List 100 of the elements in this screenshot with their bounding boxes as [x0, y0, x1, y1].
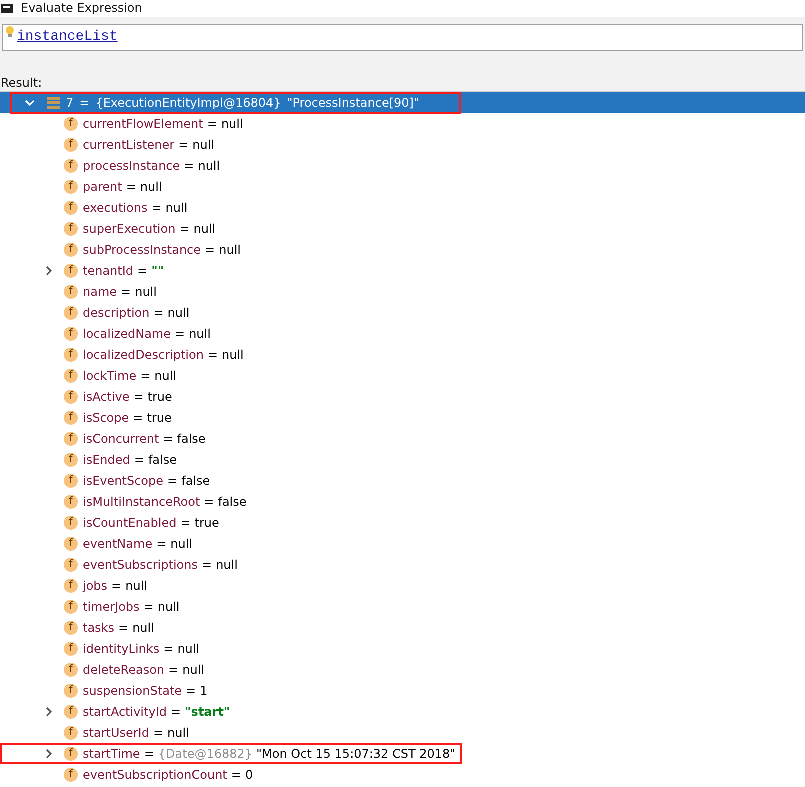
tree-row[interactable]: f description = null: [0, 302, 805, 323]
field-value: 0: [245, 766, 254, 784]
field-value: null: [219, 242, 241, 258]
tree-row[interactable]: f parent = null: [0, 176, 805, 197]
field-name: superExecution: [83, 220, 176, 238]
field-icon: f: [64, 158, 78, 172]
chevron-icon[interactable]: [44, 748, 54, 758]
tree-row[interactable]: f startTime = {Date@16882} "Mon Oct 15 15:07:32 CST 2018": [0, 743, 805, 764]
field-value: null: [222, 346, 244, 364]
field-value: "Mon Oct 15 15:07:32 CST 2018": [256, 746, 456, 762]
expression-field[interactable]: instanceList: [2, 24, 803, 51]
equals-sign: =: [138, 262, 148, 280]
field-value: true: [148, 388, 172, 406]
field-value: null: [221, 116, 244, 132]
tree-row[interactable]: f isEventScope = false: [0, 470, 805, 491]
field-icon: f: [64, 452, 78, 466]
field-name: timerJobs: [83, 598, 140, 616]
equals-sign: =: [134, 452, 144, 468]
tree-row[interactable]: 7 = {ExecutionEntityImpl@16804} "ProcessInstance[90]": [0, 92, 805, 113]
tree-row[interactable]: f timerJobs = null: [0, 596, 805, 617]
field-name: description: [83, 304, 150, 322]
field-name: deleteReason: [83, 662, 165, 678]
tree-row[interactable]: f localizedDescription = null: [0, 344, 805, 365]
field-icon: f: [64, 600, 78, 614]
field-value: null: [166, 200, 188, 216]
tree-row[interactable]: f subProcessInstance = null: [0, 239, 805, 260]
tree-row[interactable]: f deleteReason = null: [0, 659, 805, 680]
field-value: null: [158, 598, 180, 616]
field-name: name: [83, 284, 118, 300]
field-value: false: [177, 430, 206, 448]
field-icon: f: [64, 348, 78, 362]
equals-sign: =: [205, 242, 216, 258]
lightbulb-icon[interactable]: [5, 26, 15, 38]
field-icon: f: [64, 684, 78, 698]
field-icon: f: [64, 284, 78, 298]
tree-row[interactable]: f startActivityId = "start": [0, 701, 805, 722]
field-value: "": [152, 262, 164, 280]
tree-row[interactable]: f currentFlowElement = null: [0, 113, 805, 134]
chevron-icon[interactable]: [44, 706, 54, 716]
tree-row[interactable]: f isMultiInstanceRoot = false: [0, 491, 805, 512]
tree-row[interactable]: f jobs = null: [0, 575, 805, 596]
field-icon: f: [64, 326, 78, 340]
field-name: identityLinks: [83, 640, 160, 658]
field-name: isConcurrent: [83, 430, 160, 448]
equals-sign: =: [184, 158, 194, 174]
field-name: isEventScope: [83, 472, 164, 490]
field-icon: f: [64, 768, 78, 782]
field-icon: f: [64, 242, 78, 256]
field-value: null: [126, 578, 148, 594]
field-name: eventSubscriptions: [83, 556, 198, 574]
field-value: null: [198, 158, 220, 174]
field-value: null: [135, 284, 157, 300]
type-label: {Date@16882}: [158, 746, 253, 762]
field-value: null: [154, 368, 177, 384]
tree-row[interactable]: f identityLinks = null: [0, 638, 805, 659]
equals-sign: =: [144, 598, 154, 616]
tree-row[interactable]: f suspensionState = 1: [0, 680, 805, 701]
field-value: null: [189, 326, 211, 342]
tree-row[interactable]: f isCountEnabled = true: [0, 512, 805, 533]
field-icon: f: [64, 726, 78, 740]
tree-row[interactable]: f eventName = null: [0, 533, 805, 554]
equals-sign: =: [208, 346, 218, 364]
equals-sign: =: [186, 682, 196, 700]
field-icon: f: [64, 662, 78, 676]
tree-row[interactable]: f isConcurrent = false: [0, 428, 805, 449]
equals-sign: =: [180, 514, 191, 532]
tree-row[interactable]: f lockTime = null: [0, 365, 805, 386]
field-name: startTime: [83, 746, 140, 762]
field-icon: f: [64, 222, 78, 236]
field-name: startUserId: [83, 724, 150, 742]
tree-row[interactable]: f tenantId = "": [0, 260, 805, 281]
tree-row[interactable]: f executions = null: [0, 197, 805, 218]
type-label: {ExecutionEntityImpl@16804}: [96, 94, 282, 112]
tree-row[interactable]: f tasks = null: [0, 617, 805, 638]
tree-row[interactable]: f eventSubscriptionCount = 0: [0, 764, 805, 785]
field-value: true: [194, 514, 220, 532]
field-icon: f: [64, 368, 78, 382]
tree-row[interactable]: f localizedName = null: [0, 323, 805, 344]
field-value: false: [148, 452, 177, 468]
tree-row[interactable]: f eventSubscriptions = null: [0, 554, 805, 575]
result-label: Result:: [0, 76, 44, 91]
field-name: tenantId: [83, 262, 134, 280]
tree-row[interactable]: f isScope = true: [0, 407, 805, 428]
field-icon: f: [64, 138, 78, 152]
tree-row[interactable]: f startUserId = null: [0, 722, 805, 743]
tree-row[interactable]: f superExecution = null: [0, 218, 805, 239]
tree-row[interactable]: f name = null: [0, 281, 805, 302]
field-icon: f: [64, 200, 78, 214]
tree-row[interactable]: f isActive = true: [0, 386, 805, 407]
chevron-icon[interactable]: [25, 98, 35, 108]
field-icon: f: [64, 306, 78, 320]
tree-row[interactable]: f currentListener = null: [0, 134, 805, 155]
field-name: executions: [83, 200, 148, 216]
equals-sign: =: [152, 200, 162, 216]
tree-row[interactable]: f isEnded = false: [0, 449, 805, 470]
chevron-icon[interactable]: [44, 266, 54, 276]
equals-sign: =: [140, 368, 151, 384]
tree-row[interactable]: f processInstance = null: [0, 155, 805, 176]
field-name: localizedName: [83, 326, 171, 342]
field-value: false: [218, 494, 247, 510]
